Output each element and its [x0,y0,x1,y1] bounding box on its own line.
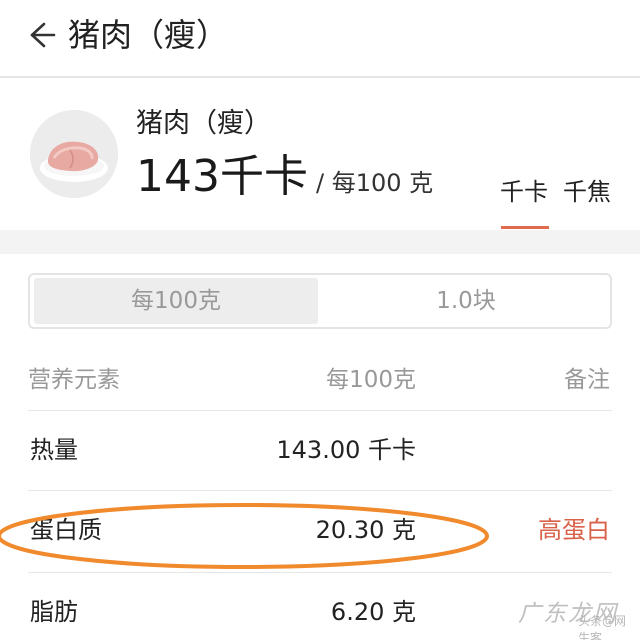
section-divider [0,230,640,254]
nutrient-name: 热量 [30,436,78,464]
row-divider [28,572,612,573]
active-tab-indicator [501,226,549,229]
nutrient-name: 蛋白质 [30,516,102,544]
calorie-summary: 143千卡 / 每100 克 [136,150,433,204]
nutrient-value: 6.20 克 [330,598,416,626]
per-unit-label: / 每100 克 [315,169,434,197]
back-arrow-icon[interactable] [24,18,58,52]
meat-image [30,110,118,198]
watermark: 广东龙网 头条@网生客 [508,584,632,640]
table-row: 热量 143.00 千卡 [0,410,640,490]
nutrition-table-header: 营养元素 每100克 备注 [0,356,640,408]
header-note: 备注 [564,367,610,393]
tab-kcal[interactable]: 千卡 [500,176,548,208]
app-header: 猪肉（瘦） [0,0,640,78]
portion-selector: 每100克 1.0块 [28,273,612,329]
header-per100g: 每100克 [326,367,416,393]
portion-option-per100g[interactable]: 每100克 [34,278,318,324]
watermark-subtext: 头条@网生客 [578,614,627,640]
calorie-value: 143千卡 [136,151,308,202]
table-row: 蛋白质 20.30 克 高蛋白 [0,490,640,570]
food-summary: 猪肉（瘦） 143千卡 / 每100 克 千卡 千焦 [0,80,640,230]
tab-kj[interactable]: 千焦 [563,176,611,208]
food-name: 猪肉（瘦） [136,108,271,139]
header-nutrient: 营养元素 [28,367,120,393]
page-title: 猪肉（瘦） [68,16,229,54]
portion-option-piece[interactable]: 1.0块 [322,275,610,327]
nutrient-note: 高蛋白 [538,516,610,544]
nutrient-name: 脂肪 [30,598,78,626]
nutrient-value: 143.00 千卡 [276,436,416,464]
nutrient-value: 20.30 克 [315,516,416,544]
